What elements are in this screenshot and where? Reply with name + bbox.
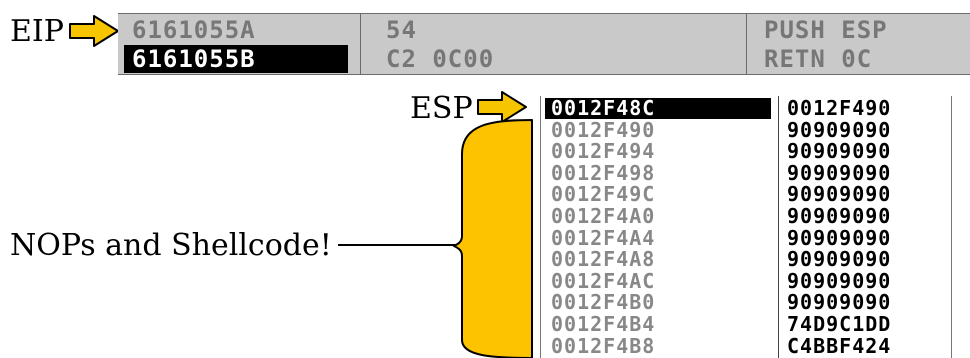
stack-row[interactable]: 0012F4B0 90909090 xyxy=(541,292,951,313)
stack-row[interactable]: 0012F4B8 C4BBF424 xyxy=(541,333,951,358)
stack-row[interactable]: 0012F4A4 90909090 xyxy=(541,225,951,250)
stack-pane: 0012F48C 0012F490 0012F490 90909090 0012F494… xyxy=(540,96,952,358)
stack-address: 0012F4A0 xyxy=(551,204,656,228)
disassembly-row[interactable]: 6161055B C2 0C00 RETN 0C xyxy=(118,45,970,73)
disassembly-row[interactable]: 6161055A 54 PUSH ESP xyxy=(118,16,970,44)
instruction-hex: C2 0C00 xyxy=(386,45,495,73)
stack-row[interactable]: 0012F4AC 90909090 xyxy=(541,268,951,293)
eip-arrow-icon xyxy=(69,15,119,47)
stack-value: 90909090 xyxy=(787,268,892,293)
stack-row[interactable]: 0012F4A8 90909090 xyxy=(541,249,951,270)
eip-label: EIP xyxy=(10,14,64,49)
stack-value: 74D9C1DD xyxy=(787,312,892,336)
stack-value: 90909090 xyxy=(787,182,892,207)
instruction-mnemonic: PUSH ESP xyxy=(764,16,888,44)
instruction-address: 6161055B xyxy=(124,45,348,73)
stack-address: 0012F49C xyxy=(551,182,656,207)
instruction-hex: 54 xyxy=(386,16,417,44)
brace-shape xyxy=(453,119,533,358)
stack-address: 0012F48C xyxy=(545,98,771,119)
stack-address: 0012F4B0 xyxy=(551,290,656,315)
stack-value: 0012F490 xyxy=(787,96,892,120)
stack-value: 90909090 xyxy=(787,204,892,228)
stack-address: 0012F4B8 xyxy=(551,333,656,358)
stack-address: 0012F494 xyxy=(551,139,656,164)
pointer-line xyxy=(338,244,456,246)
stack-row[interactable]: 0012F498 90909090 xyxy=(541,160,951,185)
stack-value: 90909090 xyxy=(787,117,892,142)
instruction-address: 6161055A xyxy=(132,16,256,44)
stack-row[interactable]: 0012F49C 90909090 xyxy=(541,184,951,205)
stack-value: 90909090 xyxy=(787,225,892,250)
stack-value: C4BBF424 xyxy=(787,333,892,358)
disassembly-pane: 6161055A 54 PUSH ESP 6161055B C2 0C00 RETN 0C xyxy=(118,13,970,75)
stack-address: 0012F4A8 xyxy=(551,247,656,272)
stack-value: 90909090 xyxy=(787,247,892,272)
stack-value: 90909090 xyxy=(787,139,892,164)
stack-row[interactable]: 0012F494 90909090 xyxy=(541,141,951,162)
stack-address: 0012F498 xyxy=(551,160,656,185)
stack-address: 0012F4AC xyxy=(551,268,656,293)
instruction-mnemonic: RETN 0C xyxy=(764,45,873,73)
stack-row[interactable]: 0012F48C 0012F490 xyxy=(541,98,951,119)
stack-value: 90909090 xyxy=(787,160,892,185)
stack-row[interactable]: 0012F4B4 74D9C1DD xyxy=(541,314,951,335)
stack-address: 0012F490 xyxy=(551,117,656,142)
stack-row[interactable]: 0012F490 90909090 xyxy=(541,117,951,142)
stack-address: 0012F4B4 xyxy=(551,312,656,336)
stack-row[interactable]: 0012F4A0 90909090 xyxy=(541,206,951,227)
stack-value: 90909090 xyxy=(787,290,892,315)
annotation-text: NOPs and Shellcode! xyxy=(10,228,332,263)
stack-address: 0012F4A4 xyxy=(551,225,656,250)
